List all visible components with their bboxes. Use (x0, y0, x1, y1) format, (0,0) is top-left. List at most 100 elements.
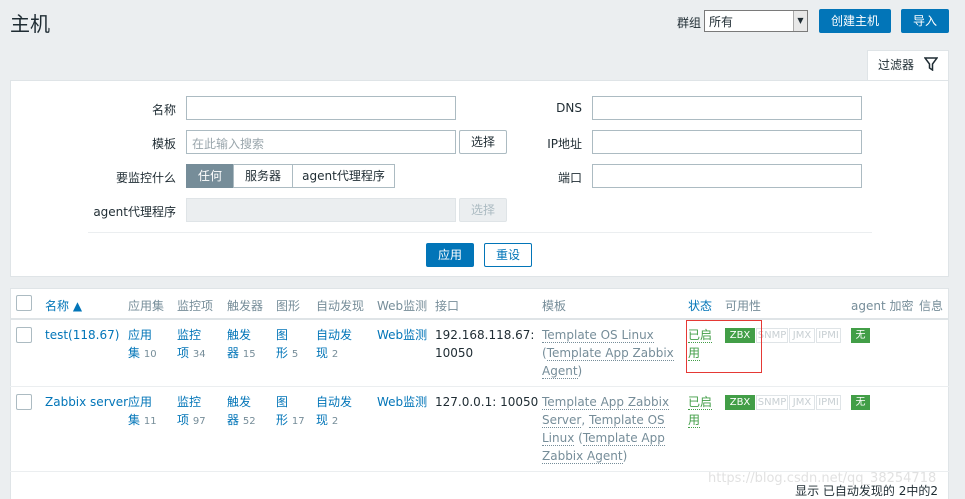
dns-label: DNS (556, 101, 582, 115)
applications-label-cont: 集 (128, 413, 141, 427)
monitor-label: 要监控什么 (115, 171, 176, 185)
graphs-label: 图 (276, 395, 289, 409)
port-input[interactable] (592, 164, 862, 188)
template-link[interactable]: Template OS Linux (542, 328, 654, 343)
proxy-label: agent代理程序 (93, 205, 176, 219)
graphs-link[interactable]: 图 形 17 (276, 393, 305, 431)
column-name[interactable]: 名称 ▲ (45, 297, 82, 314)
applications-label: 应用 (128, 395, 153, 409)
discovery-link[interactable]: 自动发 现 2 (316, 393, 352, 431)
template-link[interactable]: Template App Zabbix (546, 346, 674, 361)
filter-divider (88, 232, 872, 233)
row-separator (10, 386, 949, 387)
name-input[interactable] (186, 96, 456, 120)
graphs-count: 17 (291, 416, 305, 427)
template-label: 模板 (151, 137, 176, 151)
filter-icon (924, 57, 938, 71)
column-graphs: 图形 (276, 299, 301, 313)
template-link[interactable]: Template OS (589, 413, 665, 428)
column-templates: 模板 (542, 299, 567, 313)
template-search-input[interactable]: 在此输入搜索 (186, 130, 456, 154)
row-checkbox[interactable] (16, 394, 32, 410)
applications-label: 应用 (128, 328, 153, 342)
discovery-count: 2 (331, 416, 339, 427)
column-availability: 可用性 (725, 299, 762, 313)
monitor-option-proxy[interactable]: agent代理程序 (292, 164, 395, 188)
group-select[interactable]: 所有 ▼ (704, 10, 808, 32)
column-interface: 接口 (435, 299, 460, 313)
applications-link[interactable]: 应用 集 11 (128, 393, 157, 431)
web-link[interactable]: Web监测 (377, 393, 427, 411)
monitor-option-server[interactable]: 服务器 (233, 164, 293, 188)
items-count: 34 (192, 349, 206, 360)
highlight-annotation (686, 320, 762, 373)
column-triggers: 触发器 (227, 299, 264, 313)
column-status[interactable]: 状态 (688, 297, 712, 314)
web-link[interactable]: Web监测 (377, 326, 427, 344)
interface-cell: 192.168.118.67: 10050 (435, 326, 534, 362)
triggers-count: 15 (242, 349, 256, 360)
reset-button[interactable]: 重设 (484, 243, 532, 267)
column-info: 信息 (919, 299, 944, 313)
applications-count: 11 (143, 416, 157, 427)
triggers-label: 触发 (227, 328, 252, 342)
row-checkbox[interactable] (16, 327, 32, 343)
graphs-label-cont: 形 (276, 346, 289, 360)
discovery-label-cont: 现 (316, 413, 329, 427)
templates-cell: Template OS Linux (Template App Zabbix A… (542, 328, 674, 379)
discovery-link[interactable]: 自动发 现 2 (316, 326, 352, 364)
applications-count: 10 (143, 349, 157, 360)
create-host-button[interactable]: 创建主机 (819, 9, 891, 33)
filter-tab-label: 过滤器 (878, 58, 915, 72)
jmx-availability-badge: JMX (789, 395, 815, 410)
monitor-option-any[interactable]: 任何 (186, 164, 234, 188)
interface-cell: 127.0.0.1: 10050 (435, 395, 539, 409)
triggers-label-cont: 器 (227, 413, 240, 427)
graphs-label-cont: 形 (276, 413, 289, 427)
zbx-availability-badge: ZBX (725, 395, 755, 410)
status-toggle[interactable]: 已启 用 (688, 393, 713, 429)
chevron-down-icon: ▼ (793, 11, 807, 31)
proxy-select-button: 选择 (459, 198, 507, 222)
applications-link[interactable]: 应用 集 10 (128, 326, 157, 364)
jmx-availability-badge: JMX (789, 328, 815, 343)
template-link[interactable]: Template App (582, 431, 665, 446)
host-name-link[interactable]: test(118.67) (45, 326, 119, 344)
discovery-label: 自动发 (316, 395, 353, 409)
name-label: 名称 (151, 103, 176, 117)
apply-button[interactable]: 应用 (426, 243, 474, 267)
proxy-input (186, 198, 456, 222)
filter-tab[interactable]: 过滤器 (867, 50, 949, 80)
status-label-cont: 用 (688, 413, 701, 428)
template-select-button[interactable]: 选择 (459, 130, 507, 154)
select-all-checkbox[interactable] (16, 295, 32, 311)
triggers-link[interactable]: 触发 器 15 (227, 326, 256, 364)
ip-input[interactable] (592, 130, 862, 154)
triggers-label: 触发 (227, 395, 252, 409)
triggers-link[interactable]: 触发 器 52 (227, 393, 256, 431)
column-applications: 应用集 (128, 299, 165, 313)
page-title: 主机 (10, 12, 50, 36)
graphs-label: 图 (276, 328, 289, 342)
column-items: 监控项 (177, 299, 214, 313)
items-count: 97 (192, 416, 206, 427)
triggers-label-cont: 器 (227, 346, 240, 360)
triggers-count: 52 (242, 416, 256, 427)
items-link[interactable]: 监控 项 97 (177, 393, 206, 431)
graphs-link[interactable]: 图 形 5 (276, 326, 298, 364)
import-button[interactable]: 导入 (901, 9, 949, 33)
group-label: 群组 (677, 16, 702, 30)
encryption-badge: 无 (851, 395, 870, 410)
dns-input[interactable] (592, 96, 862, 120)
host-name-link[interactable]: Zabbix server (45, 393, 128, 411)
template-link[interactable]: Server (542, 413, 582, 428)
template-link[interactable]: Template App Zabbix (542, 395, 670, 410)
items-link[interactable]: 监控 项 34 (177, 326, 206, 364)
template-link[interactable]: Zabbix Agent (542, 449, 623, 464)
template-link[interactable]: Linux (542, 431, 575, 446)
column-web: Web监测 (377, 299, 428, 313)
applications-label-cont: 集 (128, 346, 141, 360)
items-label-cont: 项 (177, 346, 190, 360)
graphs-count: 5 (291, 349, 299, 360)
template-link[interactable]: Agent (542, 364, 578, 379)
